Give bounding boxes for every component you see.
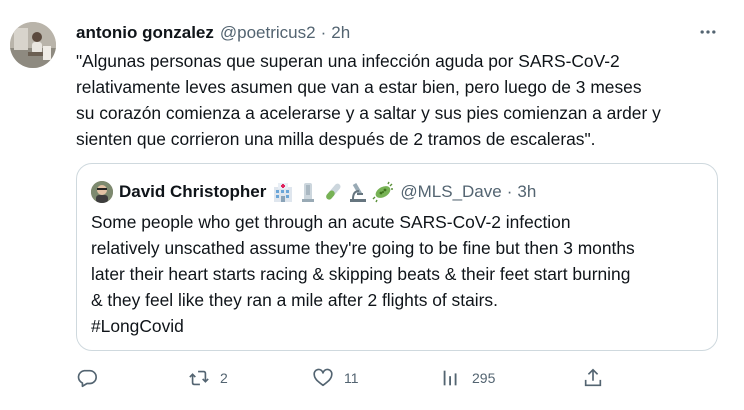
tweet-timestamp[interactable]: 2h — [331, 23, 350, 43]
microscope-stand-emoji — [297, 181, 319, 203]
retweet-button[interactable]: 2 — [188, 364, 228, 392]
tweet-actions-bar: 2 11 295 — [76, 364, 616, 392]
author-handle[interactable]: @poetricus2 — [220, 23, 316, 43]
quoted-author-emojis — [272, 181, 394, 203]
hashtag-link[interactable]: #LongCovid — [91, 313, 711, 339]
microscope-emoji — [347, 181, 369, 203]
quoted-text-line: & they feel like they ran a mile after 2… — [91, 290, 498, 310]
quoted-text-line: later their heart starts racing & skippi… — [91, 264, 631, 284]
quoted-tweet-card[interactable]: David Christopher @MLS_Dave · 3h Some pe… — [76, 163, 718, 351]
quoted-author-avatar — [91, 181, 113, 203]
share-icon — [582, 367, 604, 389]
header-separator: · — [320, 23, 327, 42]
author-name[interactable]: antonio gonzalez — [76, 23, 214, 43]
microbe-emoji — [372, 181, 394, 203]
tweet-text: "Algunas personas que superan una infecc… — [76, 48, 726, 152]
more-options-button[interactable] — [694, 20, 722, 48]
quoted-header-separator: · — [506, 182, 513, 201]
tweet-text-line: sienten que corrieron una milla después … — [76, 129, 596, 149]
share-button[interactable] — [582, 364, 604, 392]
reply-icon — [76, 367, 98, 389]
quoted-author-name: David Christopher — [119, 182, 267, 201]
author-avatar[interactable] — [10, 22, 56, 68]
heart-icon — [312, 367, 334, 389]
quoted-timestamp: 3h — [517, 182, 537, 201]
views-icon — [440, 367, 462, 389]
views-count: 295 — [472, 370, 496, 386]
quoted-author-handle: @MLS_Dave — [400, 182, 502, 201]
tweet-text-line: "Algunas personas que superan una infecc… — [76, 51, 620, 71]
quoted-tweet-text: Some people who get through an acute SAR… — [91, 209, 711, 339]
reply-button[interactable] — [76, 364, 98, 392]
more-horizontal-icon — [698, 22, 718, 47]
retweet-icon — [188, 367, 210, 389]
like-button[interactable]: 11 — [312, 364, 359, 392]
quoted-text-line: relatively unscathed assume they're goin… — [91, 238, 635, 258]
tweet-text-line: su corazón comienza a acelerarse y a sal… — [76, 103, 661, 123]
quoted-text-line: Some people who get through an acute SAR… — [91, 212, 571, 232]
hospital-emoji — [272, 181, 294, 203]
quoted-tweet-header: David Christopher @MLS_Dave · 3h — [91, 180, 536, 204]
like-count: 11 — [344, 370, 359, 386]
tweet-text-line: relativamente leves asumen que van a est… — [76, 77, 642, 97]
views-button[interactable]: 295 — [440, 364, 495, 392]
retweet-count: 2 — [220, 370, 228, 386]
tweet[interactable]: antonio gonzalez @poetricus2 · 2h "Algun… — [0, 0, 744, 410]
tweet-header: antonio gonzalez @poetricus2 · 2h — [76, 22, 350, 44]
test-tube-emoji — [322, 181, 344, 203]
